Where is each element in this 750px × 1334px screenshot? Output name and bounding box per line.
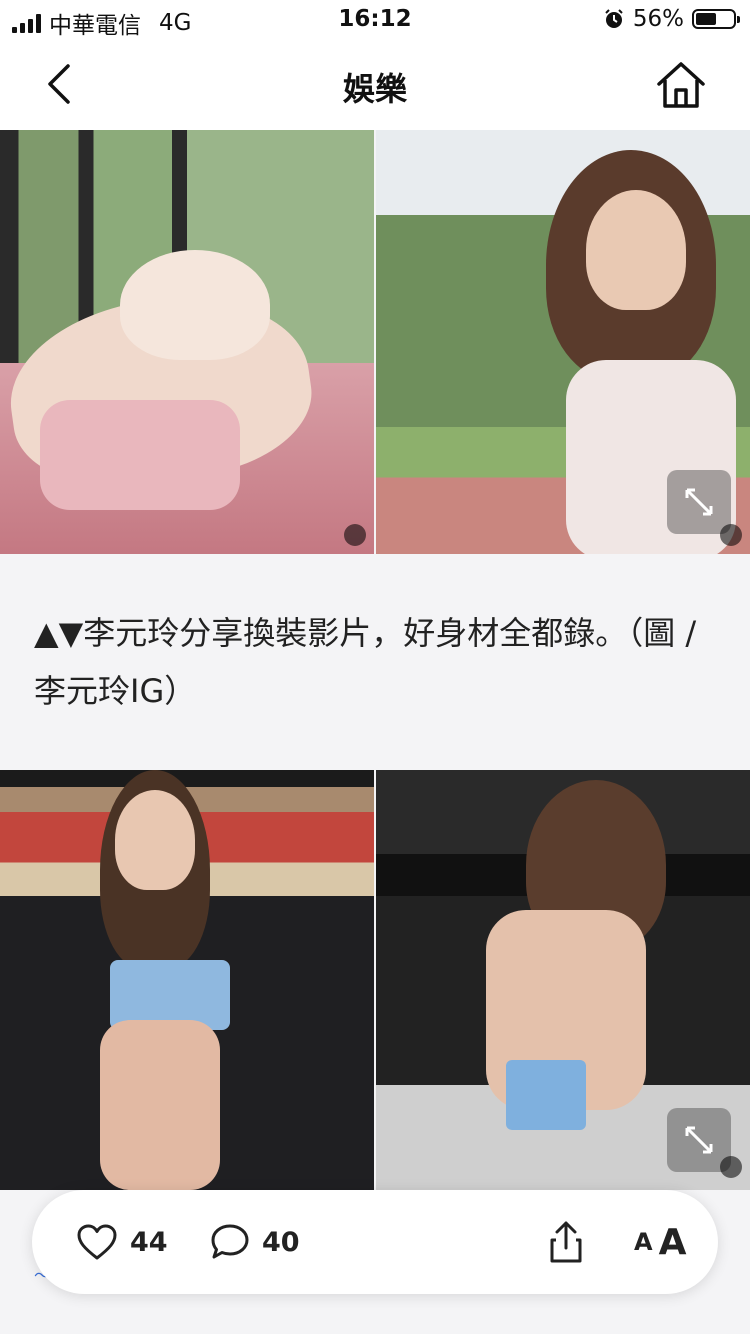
share-button[interactable]	[548, 1220, 584, 1264]
photo-clothing	[506, 1060, 586, 1130]
article-photo-1[interactable]	[0, 130, 374, 554]
status-bar: 中華電信 4G 16:12 56%	[0, 0, 750, 40]
expand-icon	[685, 488, 713, 516]
photo-caption: ▲▼李元玲分享換裝影片，好身材全都錄。（圖 / 李元玲IG）	[34, 614, 697, 710]
article-photo-2[interactable]	[376, 130, 750, 554]
status-right: 56%	[603, 6, 740, 32]
photo-subject-body	[100, 1020, 220, 1190]
alarm-icon	[605, 9, 623, 28]
article-photo-4[interactable]	[376, 770, 750, 1190]
home-icon[interactable]	[654, 60, 708, 110]
mute-icon[interactable]	[720, 524, 742, 546]
article-photo-3[interactable]	[0, 770, 374, 1190]
action-bar: 44 40 AA	[32, 1190, 718, 1294]
heart-icon	[77, 1224, 117, 1260]
photo-clothing	[40, 400, 240, 510]
font-size-button[interactable]: AA	[634, 1220, 687, 1264]
like-count: 44	[130, 1226, 168, 1258]
page-title: 娛樂	[342, 70, 407, 108]
comment-button[interactable]: 40	[210, 1220, 300, 1264]
photo-row-2	[0, 770, 750, 1190]
nav-bar: 娛樂	[0, 40, 750, 130]
font-size-icon: A	[634, 1228, 653, 1256]
font-size-label: A	[658, 1221, 687, 1263]
plush-toy	[120, 250, 270, 360]
like-button[interactable]: 44	[76, 1220, 168, 1264]
mute-icon[interactable]	[344, 524, 366, 546]
share-icon	[550, 1221, 582, 1263]
expand-button[interactable]	[667, 470, 731, 534]
mute-icon[interactable]	[720, 1156, 742, 1178]
battery-percent: 56%	[632, 6, 684, 32]
comment-count: 40	[262, 1226, 300, 1258]
comment-icon	[211, 1224, 249, 1259]
photo-subject-face	[115, 790, 195, 890]
photo-subject-face	[586, 190, 686, 310]
battery-icon	[692, 9, 740, 29]
photo-row-1	[0, 130, 750, 554]
